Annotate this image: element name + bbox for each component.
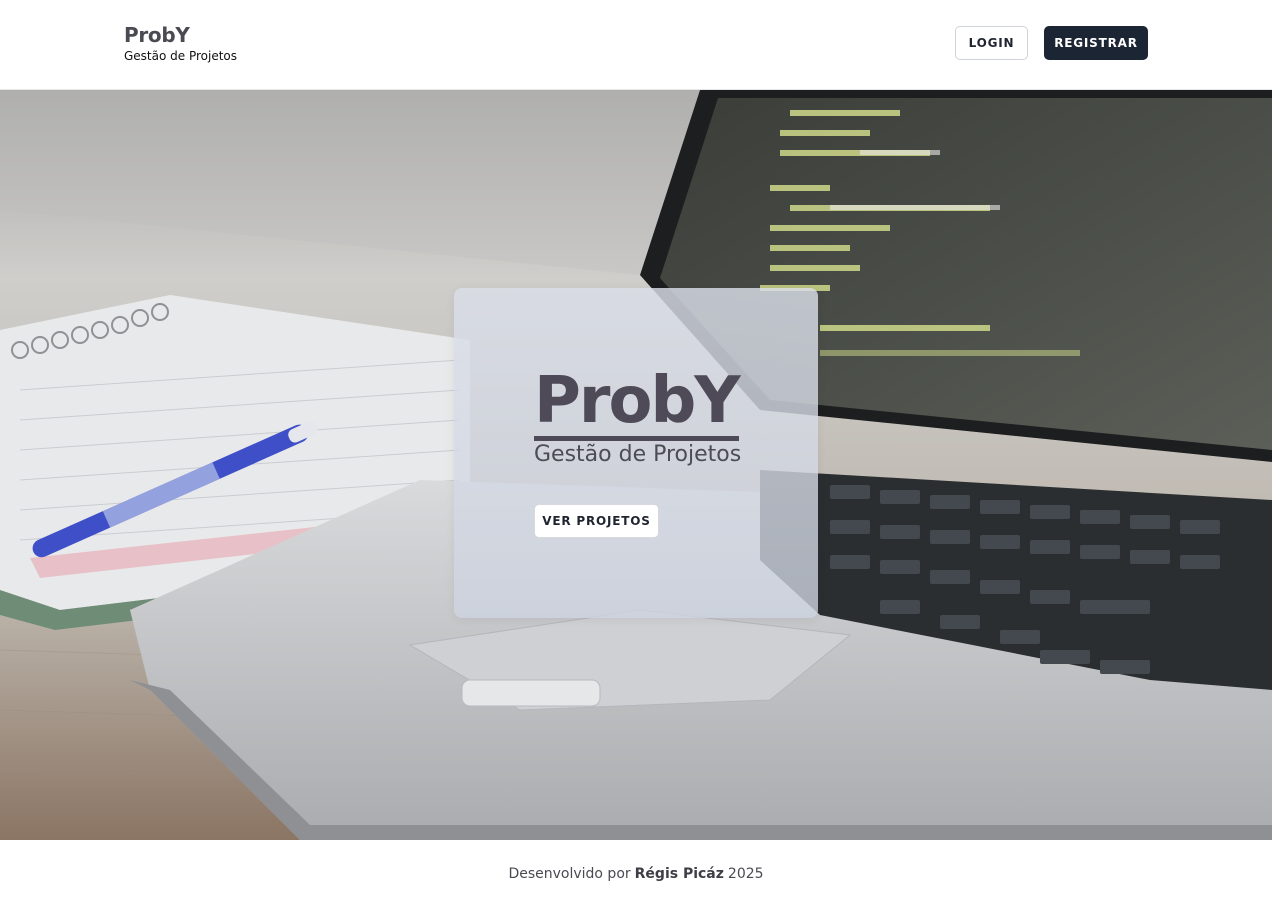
top-navbar: ProbY Gestão de Projetos LOGIN REGISTRAR	[0, 0, 1272, 90]
register-button[interactable]: REGISTRAR	[1044, 26, 1148, 60]
footer: Desenvolvido por Régis Picáz 2025	[0, 840, 1272, 908]
brand-title: ProbY	[124, 23, 190, 47]
hero-card: ProbY Gestão de Projetos VER PROJETOS	[454, 288, 818, 618]
hero-title: ProbY	[534, 366, 741, 441]
footer-prefix: Desenvolvido por	[508, 866, 631, 882]
footer-author: Régis Picáz	[634, 866, 724, 882]
hero-subtitle: Gestão de Projetos	[534, 442, 742, 467]
brand-subtitle: Gestão de Projetos	[124, 49, 238, 63]
hero-section: ProbY Gestão de Projetos VER PROJETOS	[0, 90, 1272, 840]
view-projects-button[interactable]: VER PROJETOS	[534, 504, 659, 538]
login-button[interactable]: LOGIN	[955, 26, 1028, 60]
brand-logo[interactable]: ProbY Gestão de Projetos	[124, 22, 237, 64]
footer-year: 2025	[727, 866, 764, 882]
